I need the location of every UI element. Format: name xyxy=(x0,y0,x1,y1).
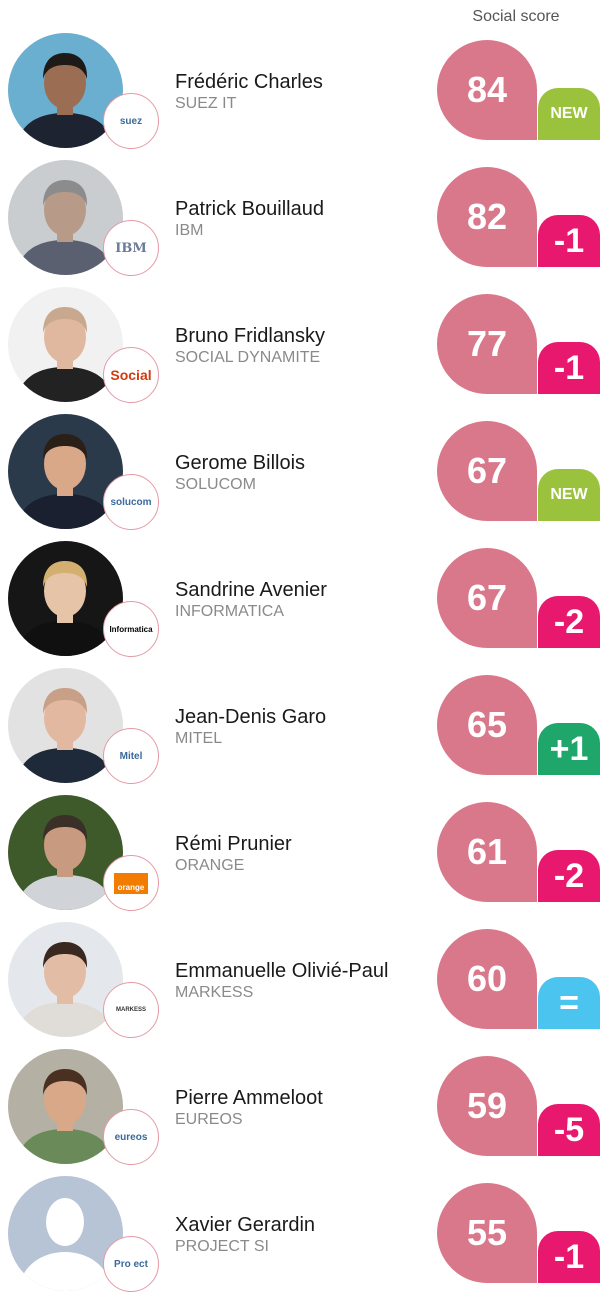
company-logo-badge: Mitel xyxy=(103,728,159,784)
company-name: MARKESS xyxy=(175,984,254,1001)
ranking-row[interactable]: Pro ect Xavier Gerardin PROJECT SI 55 -1 xyxy=(0,1176,604,1303)
company-logo-badge: orange xyxy=(103,855,159,911)
company-logo-text: suez xyxy=(119,115,143,127)
company-logo-text: MARKESS xyxy=(115,1007,146,1013)
rank-change-badge: -1 xyxy=(538,1231,600,1283)
social-score-badge: 84 xyxy=(437,40,537,140)
company-logo-text: Social xyxy=(110,367,152,383)
company-logo-text: Informatica xyxy=(109,624,153,634)
company-name: IBM xyxy=(175,222,204,239)
person-name[interactable]: Sandrine Avenier xyxy=(175,579,327,602)
ranking-row[interactable]: IBM Patrick Bouillaud IBM 82 -1 xyxy=(0,160,604,287)
ranking-row[interactable]: eureos Pierre Ammeloot EUREOS 59 -5 xyxy=(0,1049,604,1176)
ranking-row[interactable]: suez Frédéric Charles SUEZ IT 84 NEW xyxy=(0,33,604,160)
person-name[interactable]: Patrick Bouillaud xyxy=(175,198,324,221)
company-logo-badge: Pro ect xyxy=(103,1236,159,1292)
company-name: PROJECT SI xyxy=(175,1238,269,1255)
company-logo-badge: IBM xyxy=(103,220,159,276)
company-logo-badge: eureos xyxy=(103,1109,159,1165)
rank-change-badge: +1 xyxy=(538,723,600,775)
rank-change-badge: -5 xyxy=(538,1104,600,1156)
rank-change-badge: NEW xyxy=(538,88,600,140)
company-logo-text: solucom xyxy=(110,496,152,508)
person-name[interactable]: Rémi Prunier xyxy=(175,833,292,856)
company-logo-badge: solucom xyxy=(103,474,159,530)
social-score-badge: 65 xyxy=(437,675,537,775)
company-logo-text: orange xyxy=(113,872,149,894)
company-name: INFORMATICA xyxy=(175,603,285,620)
social-score-badge: 60 xyxy=(437,929,537,1029)
company-logo-text: eureos xyxy=(114,1131,148,1143)
ranking-row[interactable]: Social Bruno Fridlansky SOCIAL DYNAMITE 77-… xyxy=(0,287,604,414)
company-logo-text: Mitel xyxy=(119,750,143,762)
social-score-badge: 82 xyxy=(437,167,537,267)
company-name: SUEZ IT xyxy=(175,95,237,112)
ranking-row[interactable]: MARKESS Emmanuelle Olivié-Paul MARKESS 60 = xyxy=(0,922,604,1049)
person-name[interactable]: Frédéric Charles xyxy=(175,71,323,94)
company-logo-text: Pro ect xyxy=(114,1258,148,1270)
company-name: MITEL xyxy=(175,730,223,747)
social-score-badge: 67 xyxy=(437,421,537,521)
ranking-list: suez Frédéric Charles SUEZ IT 84 NEW IBM Patr… xyxy=(0,33,604,1303)
rank-change-badge: = xyxy=(538,977,600,1029)
company-logo-badge: MARKESS xyxy=(103,982,159,1038)
social-score-column-header: Social score xyxy=(472,8,560,25)
ranking-row[interactable]: Informatica Sandrine Avenier INFORMATICA 67… xyxy=(0,541,604,668)
ranking-row[interactable]: orange Rémi Prunier ORANGE 61 -2 xyxy=(0,795,604,922)
person-name[interactable]: Emmanuelle Olivié-Paul xyxy=(175,960,388,983)
rank-change-badge: -2 xyxy=(538,850,600,902)
ranking-row[interactable]: Mitel Jean-Denis Garo MITEL 65 +1 xyxy=(0,668,604,795)
company-name: SOLUCOM xyxy=(175,476,256,493)
social-score-badge: 61 xyxy=(437,802,537,902)
company-logo-badge: suez xyxy=(103,93,159,149)
company-logo-badge: Social xyxy=(103,347,159,403)
person-name[interactable]: Gerome Billois xyxy=(175,452,305,475)
company-name: EUREOS xyxy=(175,1111,243,1128)
rank-change-badge: NEW xyxy=(538,469,600,521)
ranking-row[interactable]: solucom Gerome Billois SOLUCOM 67 NEW xyxy=(0,414,604,541)
rank-change-badge: -1 xyxy=(538,342,600,394)
person-name[interactable]: Jean-Denis Garo xyxy=(175,706,326,729)
company-name: ORANGE xyxy=(175,857,245,874)
rank-change-badge: -1 xyxy=(538,215,600,267)
company-name: SOCIAL DYNAMITE xyxy=(175,349,321,366)
company-logo-badge: Informatica xyxy=(103,601,159,657)
social-score-badge: 55 xyxy=(437,1183,537,1283)
person-name[interactable]: Pierre Ammeloot xyxy=(175,1087,323,1110)
company-logo-text: IBM xyxy=(115,240,147,256)
person-name[interactable]: Bruno Fridlansky xyxy=(175,325,325,348)
social-score-badge: 59 xyxy=(437,1056,537,1156)
rank-change-badge: -2 xyxy=(538,596,600,648)
social-score-badge: 77 xyxy=(437,294,537,394)
social-score-badge: 67 xyxy=(437,548,537,648)
person-name[interactable]: Xavier Gerardin xyxy=(175,1214,315,1237)
